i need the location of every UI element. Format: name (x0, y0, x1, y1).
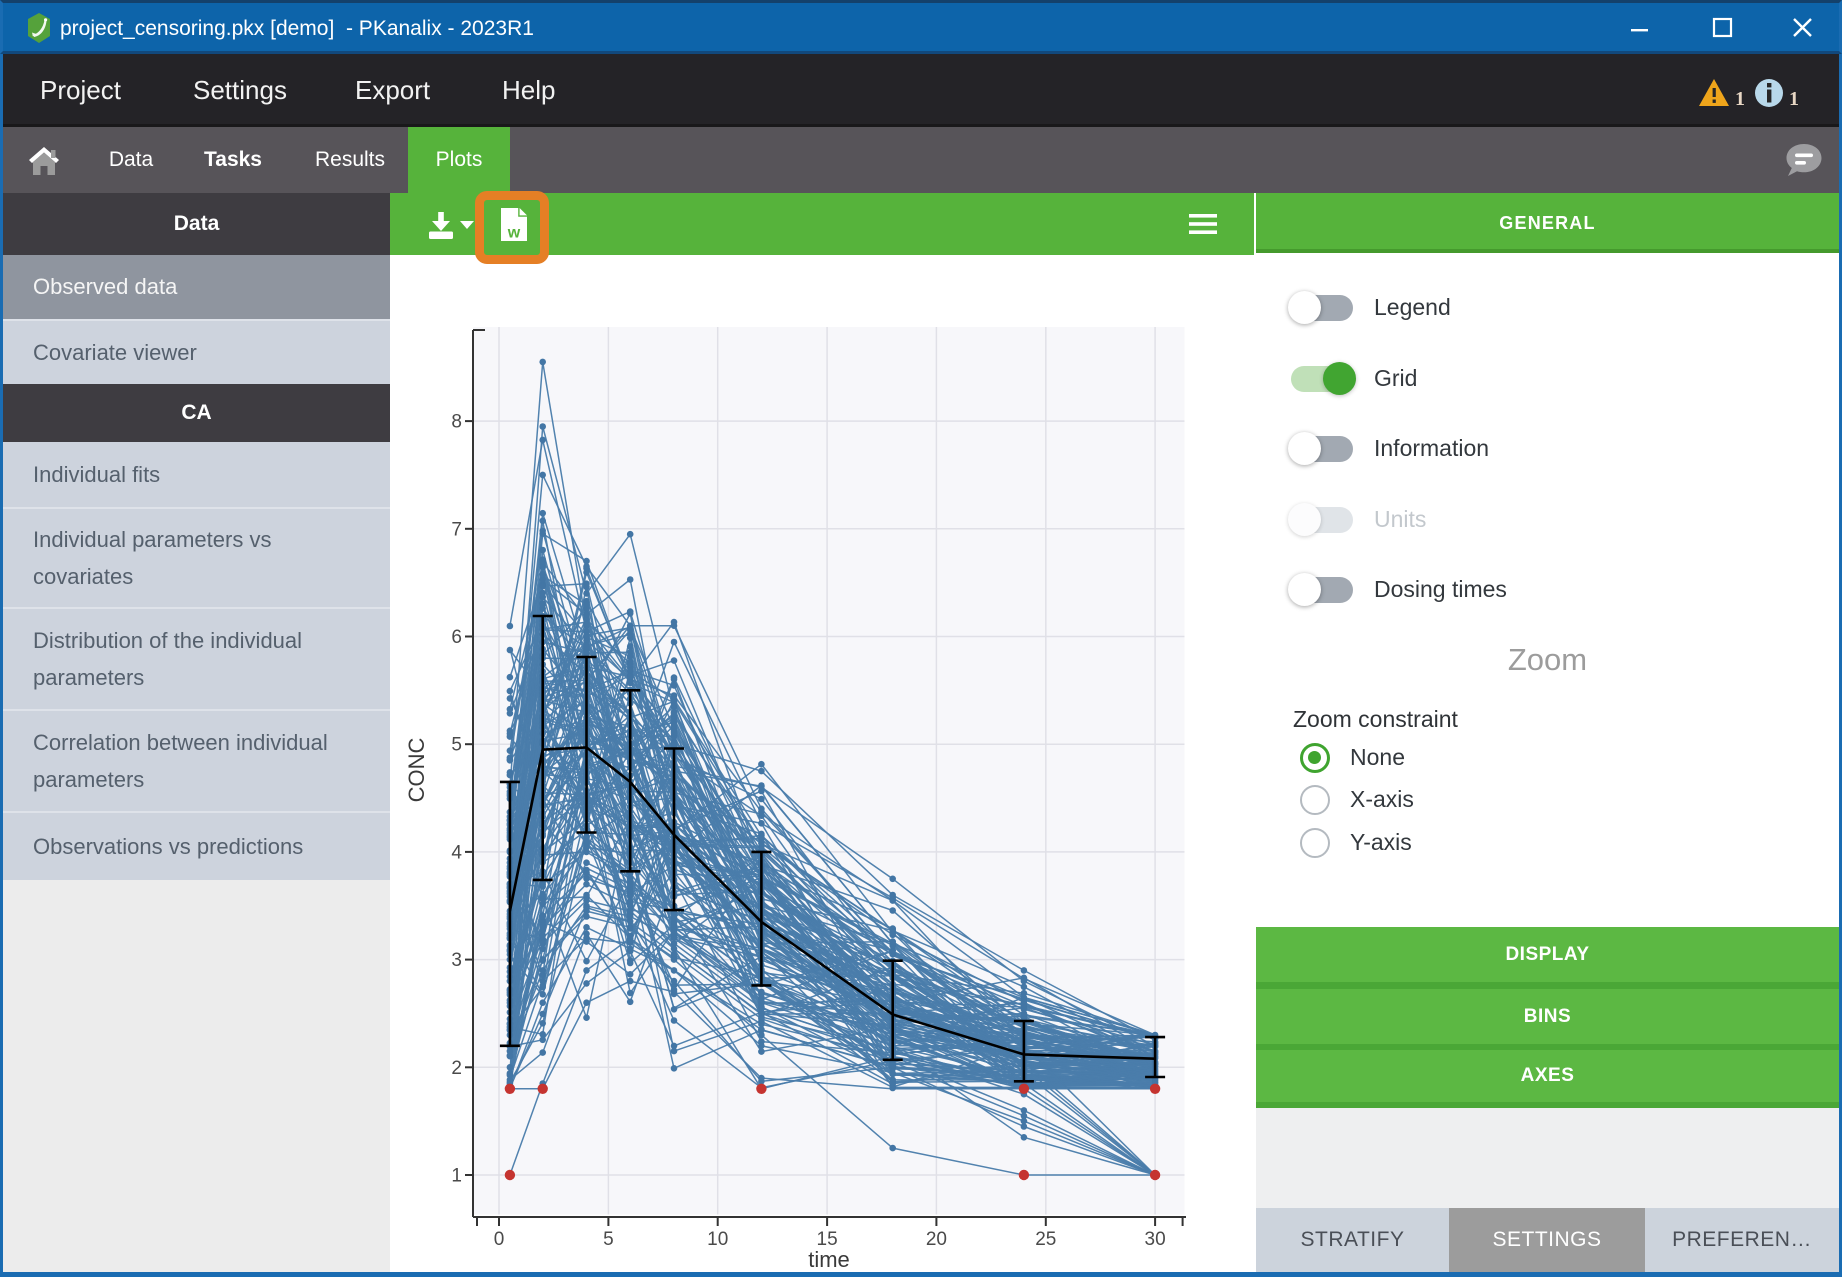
svg-text:3: 3 (451, 950, 462, 971)
svg-text:8: 8 (451, 412, 462, 433)
svg-text:6: 6 (451, 627, 462, 648)
svg-text:4: 4 (451, 842, 462, 863)
svg-text:5: 5 (451, 735, 462, 756)
svg-text:0: 0 (494, 1229, 505, 1250)
svg-text:1: 1 (1789, 88, 1799, 110)
svg-text:20: 20 (926, 1229, 947, 1250)
svg-text:1: 1 (1735, 88, 1745, 110)
svg-text:time: time (808, 1247, 850, 1272)
svg-text:10: 10 (707, 1229, 728, 1250)
svg-text:5: 5 (603, 1229, 614, 1250)
svg-text:CONC: CONC (404, 738, 429, 803)
svg-text:25: 25 (1035, 1229, 1056, 1250)
svg-text:2: 2 (451, 1058, 462, 1079)
svg-text:1: 1 (451, 1166, 462, 1187)
svg-text:w: w (507, 225, 521, 242)
svg-text:30: 30 (1145, 1229, 1166, 1250)
svg-text:7: 7 (451, 519, 462, 540)
